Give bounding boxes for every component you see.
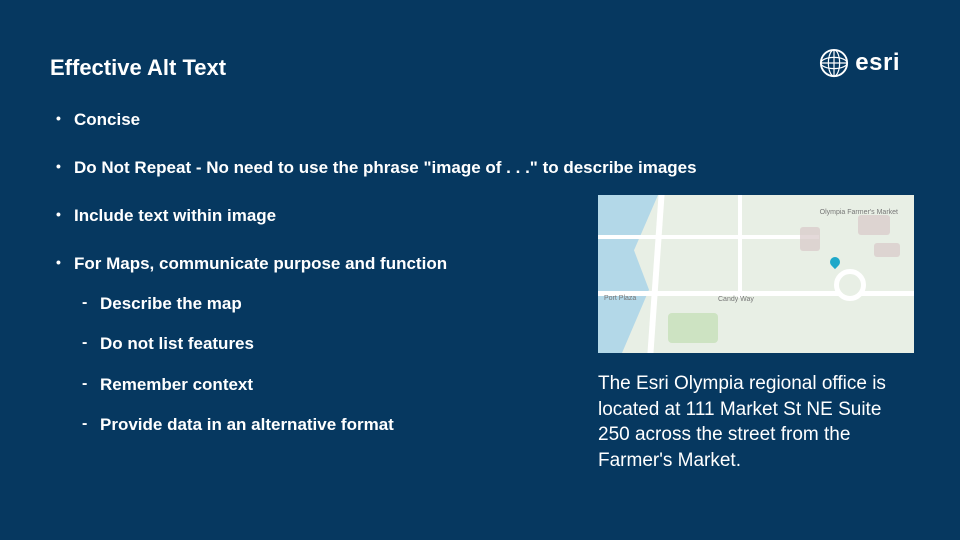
list-item: Do Not Repeat - No need to use the phras… bbox=[54, 157, 910, 179]
brand-name: esri bbox=[855, 49, 900, 77]
list-item: Concise bbox=[54, 109, 910, 131]
map-road bbox=[598, 235, 819, 239]
map-pin-icon bbox=[828, 255, 842, 269]
map-image: Port Plaza Olympia Farmer's Market Candy… bbox=[598, 195, 914, 353]
brand-logo: esri bbox=[819, 48, 900, 78]
map-road bbox=[598, 291, 914, 296]
map-building bbox=[874, 243, 900, 257]
map-park bbox=[668, 313, 718, 343]
slide-title: Effective Alt Text bbox=[50, 55, 910, 81]
map-label: Port Plaza bbox=[604, 295, 636, 302]
map-building bbox=[858, 215, 890, 235]
map-label: Olympia Farmer's Market bbox=[820, 209, 898, 216]
slide: esri Effective Alt Text Concise Do Not R… bbox=[0, 0, 960, 540]
map-road bbox=[738, 195, 742, 298]
map-label: Candy Way bbox=[718, 296, 754, 303]
map-roundabout bbox=[834, 269, 866, 301]
map-building bbox=[800, 227, 820, 251]
map-example: Port Plaza Olympia Farmer's Market Candy… bbox=[598, 195, 914, 474]
globe-icon bbox=[819, 48, 849, 78]
map-road bbox=[647, 195, 664, 353]
list-item-text: For Maps, communicate purpose and functi… bbox=[74, 254, 447, 273]
map-caption: The Esri Olympia regional office is loca… bbox=[598, 371, 914, 474]
